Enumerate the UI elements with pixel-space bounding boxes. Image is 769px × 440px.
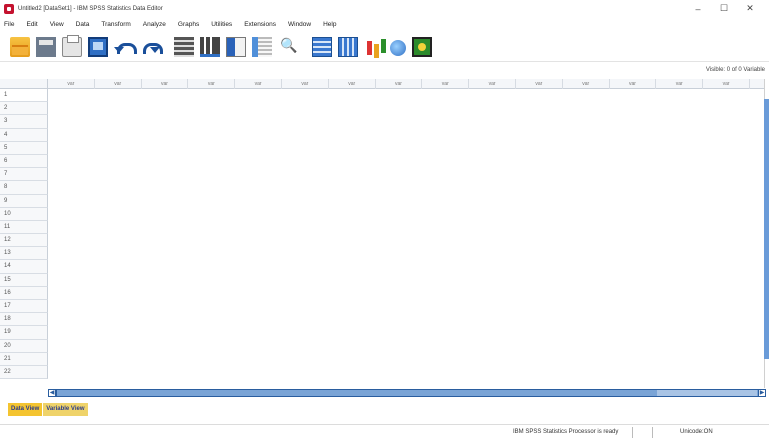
menu-view[interactable]: View — [50, 21, 64, 28]
descriptive-stats-icon[interactable] — [252, 36, 272, 57]
status-divider — [652, 427, 653, 438]
title-bar: Untitled2 [DataSet1] - IBM SPSS Statisti… — [0, 0, 769, 17]
insert-variable-icon[interactable] — [338, 36, 358, 57]
row-header[interactable]: 14 — [0, 260, 48, 274]
row-header[interactable]: 20 — [0, 339, 48, 353]
menu-bar: File Edit View Data Transform Analyze Gr… — [0, 17, 769, 31]
spss-app-icon — [4, 3, 14, 14]
column-header[interactable]: var — [563, 79, 610, 89]
window-title: Untitled2 [DataSet1] - IBM SPSS Statisti… — [18, 5, 163, 12]
scroll-right-arrow-icon[interactable]: ▶ — [758, 389, 766, 397]
menu-help[interactable]: Help — [323, 21, 336, 28]
open-data-icon[interactable] — [10, 36, 30, 57]
row-header[interactable]: 1 — [0, 89, 48, 103]
column-header[interactable]: var — [656, 79, 704, 89]
column-header-row: var var var var var var var var var var … — [0, 79, 769, 89]
close-button[interactable]: ✕ — [737, 3, 763, 14]
status-bar: IBM SPSS Statistics Processor is ready U… — [0, 424, 769, 440]
menu-window[interactable]: Window — [288, 21, 311, 28]
row-header[interactable]: 15 — [0, 273, 48, 287]
row-header[interactable]: 4 — [0, 128, 48, 142]
print-icon[interactable] — [62, 34, 82, 57]
column-header[interactable]: var — [235, 79, 282, 89]
row-header[interactable]: 2 — [0, 102, 48, 116]
column-header[interactable]: var — [48, 79, 95, 89]
row-header[interactable]: 17 — [0, 300, 48, 314]
horizontal-scrollbar[interactable] — [56, 389, 764, 397]
vertical-scroll-thumb[interactable] — [764, 99, 769, 359]
row-header[interactable]: 18 — [0, 313, 48, 327]
vertical-scrollbar[interactable] — [764, 79, 769, 388]
unicode-status: Unicode:ON — [680, 429, 713, 435]
row-header[interactable]: 9 — [0, 194, 48, 208]
row-header[interactable]: 12 — [0, 234, 48, 248]
recall-dialog-icon[interactable] — [88, 36, 108, 57]
window-controls: – ☐ ✕ — [685, 0, 763, 17]
processor-status: IBM SPSS Statistics Processor is ready — [513, 429, 619, 435]
row-header[interactable]: 5 — [0, 141, 48, 155]
menu-analyze[interactable]: Analyze — [143, 21, 166, 28]
menu-transform[interactable]: Transform — [101, 21, 130, 28]
insert-cases-icon[interactable] — [312, 36, 332, 57]
column-header[interactable]: var — [422, 79, 470, 89]
redo-icon[interactable] — [140, 37, 163, 57]
column-header[interactable]: var — [329, 79, 376, 89]
row-headers: 1 2 3 4 5 6 7 8 9 10 11 12 13 14 15 16 1… — [0, 89, 48, 380]
minimize-button[interactable]: – — [685, 4, 711, 14]
toolbar — [0, 32, 769, 62]
row-header[interactable]: 19 — [0, 326, 48, 340]
row-header[interactable]: 3 — [0, 115, 48, 129]
column-header[interactable]: var — [376, 79, 423, 89]
column-header[interactable]: var — [142, 79, 189, 89]
select-cases-icon[interactable] — [412, 36, 432, 57]
column-header[interactable]: var — [95, 79, 142, 89]
menu-graphs[interactable]: Graphs — [178, 21, 199, 28]
view-tabs: Data View Variable View — [8, 403, 89, 416]
row-header[interactable]: 6 — [0, 154, 48, 169]
menu-file[interactable]: File — [4, 21, 14, 28]
row-header[interactable]: 7 — [0, 168, 48, 182]
variables-icon[interactable] — [226, 36, 246, 57]
column-header[interactable]: var — [282, 79, 329, 89]
maximize-button[interactable]: ☐ — [711, 3, 737, 14]
row-header[interactable]: 21 — [0, 352, 48, 366]
menu-utilities[interactable]: Utilities — [211, 21, 232, 28]
row-header[interactable]: 11 — [0, 220, 48, 235]
row-header[interactable]: 13 — [0, 247, 48, 261]
row-header[interactable]: 22 — [0, 365, 48, 380]
split-file-icon[interactable] — [364, 37, 384, 57]
column-header[interactable]: var — [469, 79, 516, 89]
scroll-left-arrow-icon[interactable]: ◀ — [48, 389, 56, 397]
save-icon[interactable] — [36, 36, 56, 57]
column-header[interactable]: var — [188, 79, 236, 89]
weight-cases-icon[interactable] — [390, 39, 406, 56]
menu-edit[interactable]: Edit — [26, 21, 37, 28]
column-header[interactable]: var — [516, 79, 563, 89]
status-divider — [632, 427, 633, 438]
tab-data-view[interactable]: Data View — [8, 403, 43, 416]
undo-icon[interactable] — [114, 37, 137, 57]
menu-extensions[interactable]: Extensions — [244, 21, 276, 28]
column-header[interactable]: var — [703, 79, 750, 89]
grid-corner[interactable] — [0, 79, 48, 89]
row-header[interactable]: 8 — [0, 181, 48, 195]
horizontal-scroll-thumb[interactable] — [657, 390, 757, 396]
go-to-case-icon[interactable] — [174, 36, 194, 57]
row-header[interactable]: 10 — [0, 207, 48, 221]
menu-data[interactable]: Data — [76, 21, 90, 28]
tab-variable-view[interactable]: Variable View — [43, 403, 88, 416]
data-grid[interactable]: var var var var var var var var var var … — [0, 79, 769, 388]
find-icon[interactable] — [278, 37, 298, 57]
go-to-variable-icon[interactable] — [200, 36, 220, 57]
visible-variables-label: Visible: 0 of 0 Variable — [705, 67, 765, 73]
row-header[interactable]: 16 — [0, 286, 48, 300]
column-header[interactable]: var — [610, 79, 657, 89]
